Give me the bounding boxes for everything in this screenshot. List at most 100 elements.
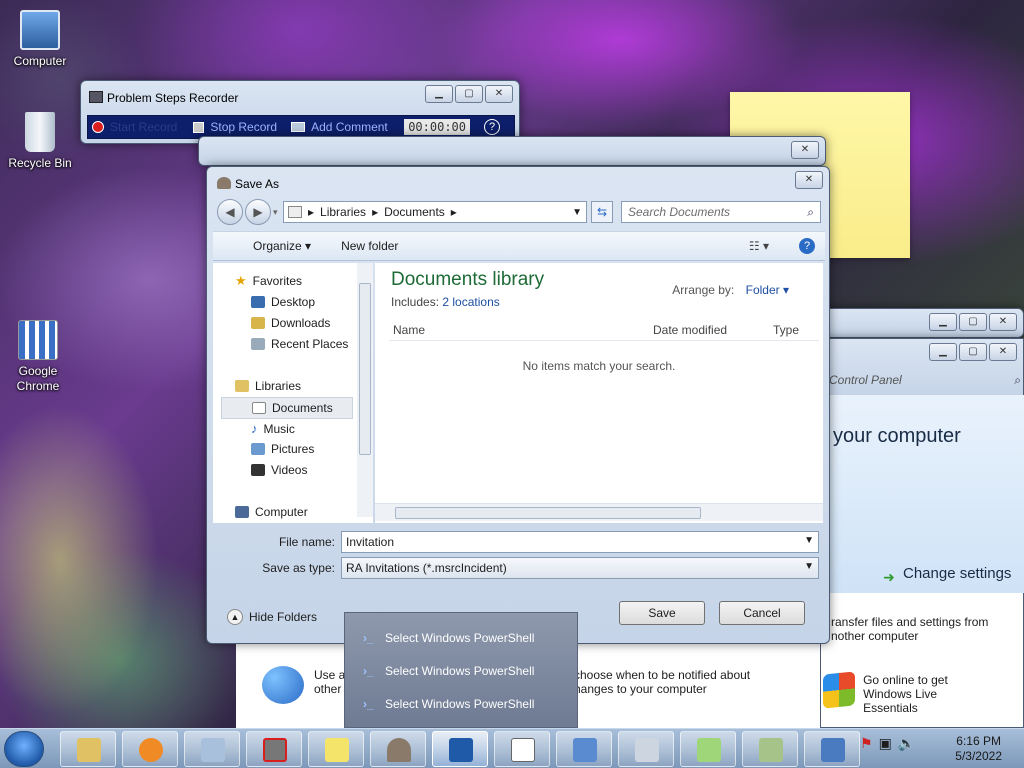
arrange-by-dropdown[interactable]: Folder ▾ (746, 283, 789, 297)
nav-computer[interactable]: Computer (235, 505, 308, 519)
problem-steps-recorder-window[interactable]: Problem Steps Recorder ▁ ▢ ✕ Start Recor… (80, 80, 520, 144)
column-name[interactable]: Name (393, 323, 425, 337)
taskbar-control-panel[interactable] (556, 731, 612, 767)
nav-libraries[interactable]: Libraries (235, 379, 301, 393)
control-panel-window[interactable]: ▁ ▢ ✕ Control Panel ⌕ your computer ➜ Ch… (820, 338, 1024, 728)
file-list-scrollbar[interactable] (375, 503, 823, 521)
file-name-input[interactable]: Invitation ▼ (341, 531, 819, 553)
uac-settings-item[interactable]: choose when to be notified about hanges … (574, 668, 750, 696)
start-record-button[interactable]: Start Record (110, 120, 177, 134)
control-panel-search-input[interactable]: Control Panel ⌕ (829, 373, 1021, 391)
folder-icon (77, 738, 101, 762)
nav-documents[interactable]: Documents (221, 397, 353, 419)
transfer-files-link[interactable]: ransfer files and settings from nother c… (831, 615, 1021, 643)
nav-favorites[interactable]: ★ Favorites (235, 273, 302, 289)
clock-date: 5/3/2022 (955, 749, 1002, 763)
save-as-app-icon (217, 177, 231, 189)
record-icon (92, 121, 104, 133)
taskbar-calculator[interactable] (618, 731, 674, 767)
taskbar-math-panel[interactable] (680, 731, 736, 767)
downloads-icon (251, 317, 265, 329)
close-button[interactable]: ✕ (791, 141, 819, 159)
library-title: Documents library (391, 269, 545, 290)
network-icon[interactable]: ▣ (879, 735, 892, 752)
getting-started-item[interactable]: Use a other (314, 668, 345, 696)
maximize-button[interactable]: ▢ (959, 313, 987, 331)
nav-pictures[interactable]: Pictures (251, 442, 314, 456)
start-button[interactable] (4, 731, 44, 767)
minimize-button[interactable]: ▁ (929, 313, 957, 331)
close-button[interactable]: ✕ (989, 313, 1017, 331)
chrome-shortcut-icon (18, 320, 58, 360)
locations-link[interactable]: 2 locations (442, 295, 499, 309)
math-input-icon (697, 738, 721, 762)
parent-window-caption[interactable]: ✕ (198, 136, 826, 166)
recent-pages-icon[interactable]: ▾ (273, 207, 278, 218)
powershell-icon: ›_ (363, 697, 374, 711)
nav-videos[interactable]: Videos (251, 463, 307, 477)
desktop-icon-google-chrome[interactable]: Google Chrome (0, 320, 76, 394)
help-icon[interactable]: ? (799, 238, 815, 254)
navigation-scrollbar[interactable] (357, 263, 373, 517)
action-center-icon[interactable]: ⚑ (860, 735, 873, 752)
save-as-type-select[interactable]: RA Invitations (*.msrcIncident) ▼ (341, 557, 819, 579)
maximize-button[interactable]: ▢ (959, 343, 987, 361)
desktop-icon-recycle-bin[interactable]: Recycle Bin (2, 112, 78, 171)
taskbar-save-as[interactable] (370, 731, 426, 767)
back-button[interactable]: ◀ (217, 199, 243, 225)
desktop-icon-computer[interactable]: Computer (2, 10, 78, 69)
close-button[interactable]: ✕ (989, 343, 1017, 361)
nav-downloads[interactable]: Downloads (251, 316, 330, 330)
volume-icon[interactable]: 🔈 (898, 735, 915, 752)
breadcrumb-documents[interactable]: Documents (384, 205, 445, 219)
cancel-button[interactable]: Cancel (719, 601, 805, 625)
maximize-button[interactable]: ▢ (455, 85, 483, 103)
scissors-icon (759, 738, 783, 762)
help-icon[interactable]: ? (484, 119, 500, 135)
nav-desktop[interactable]: Desktop (251, 295, 315, 309)
save-as-dialog[interactable]: Save As ✕ ◀ ▶ ▾ ▸ Libraries ▸ Documents … (206, 166, 830, 644)
breadcrumb-libraries[interactable]: Libraries (320, 205, 366, 219)
address-bar[interactable]: ▸ Libraries ▸ Documents ▸ ▼ (283, 201, 587, 223)
view-options-icon[interactable]: ☷ ▾ (749, 239, 769, 253)
taskbar-powershell[interactable] (432, 731, 488, 767)
taskbar-steps-recorder[interactable] (246, 731, 302, 767)
stop-record-button[interactable]: Stop Record (210, 120, 277, 134)
nav-recent-places[interactable]: Recent Places (251, 337, 348, 351)
taskbar-snipping[interactable] (742, 731, 798, 767)
chevron-down-icon[interactable]: ▼ (804, 535, 814, 546)
taskbar-remote-desktop[interactable] (804, 731, 860, 767)
desktop-icon-label: Google Chrome (16, 364, 60, 393)
popup-item[interactable]: Select Windows PowerShell (385, 664, 534, 678)
save-icon (387, 738, 411, 762)
popup-item[interactable]: Select Windows PowerShell (385, 697, 534, 711)
taskbar-solitaire[interactable] (494, 731, 550, 767)
column-date-modified[interactable]: Date modified (653, 323, 727, 337)
column-type[interactable]: Type (773, 323, 799, 337)
computer-icon (20, 10, 60, 50)
save-button[interactable]: Save (619, 601, 705, 625)
windows-live-link[interactable]: Go online to get Windows Live Essentials (823, 671, 993, 715)
forward-button[interactable]: ▶ (245, 199, 271, 225)
chevron-down-icon[interactable]: ▼ (572, 207, 582, 218)
close-button[interactable]: ✕ (485, 85, 513, 103)
organize-menu[interactable]: Organize ▾ (233, 239, 311, 253)
chevron-down-icon[interactable]: ▼ (804, 561, 814, 572)
popup-item[interactable]: Select Windows PowerShell (385, 631, 534, 645)
change-settings-link[interactable]: Change settings (903, 565, 1011, 582)
minimize-button[interactable]: ▁ (425, 85, 453, 103)
taskbar-sticky-notes[interactable] (308, 731, 364, 767)
column-headers: Name Date modified Type (389, 317, 819, 341)
taskbar-media-player[interactable] (122, 731, 178, 767)
nav-music[interactable]: ♪ Music (251, 421, 295, 436)
minimize-button[interactable]: ▁ (929, 343, 957, 361)
search-input[interactable]: Search Documents ⌕ (621, 201, 821, 223)
add-comment-button[interactable]: Add Comment (311, 120, 388, 134)
system-clock[interactable]: 6:16 PM 5/3/2022 (955, 734, 1002, 764)
taskbar-explorer[interactable] (60, 731, 116, 767)
taskbar-documents[interactable] (184, 731, 240, 767)
refresh-icon[interactable]: ⇆ (591, 201, 613, 223)
close-button[interactable]: ✕ (795, 171, 823, 189)
hide-folders-button[interactable]: ▲ Hide Folders (227, 609, 317, 625)
new-folder-button[interactable]: New folder (341, 239, 398, 253)
